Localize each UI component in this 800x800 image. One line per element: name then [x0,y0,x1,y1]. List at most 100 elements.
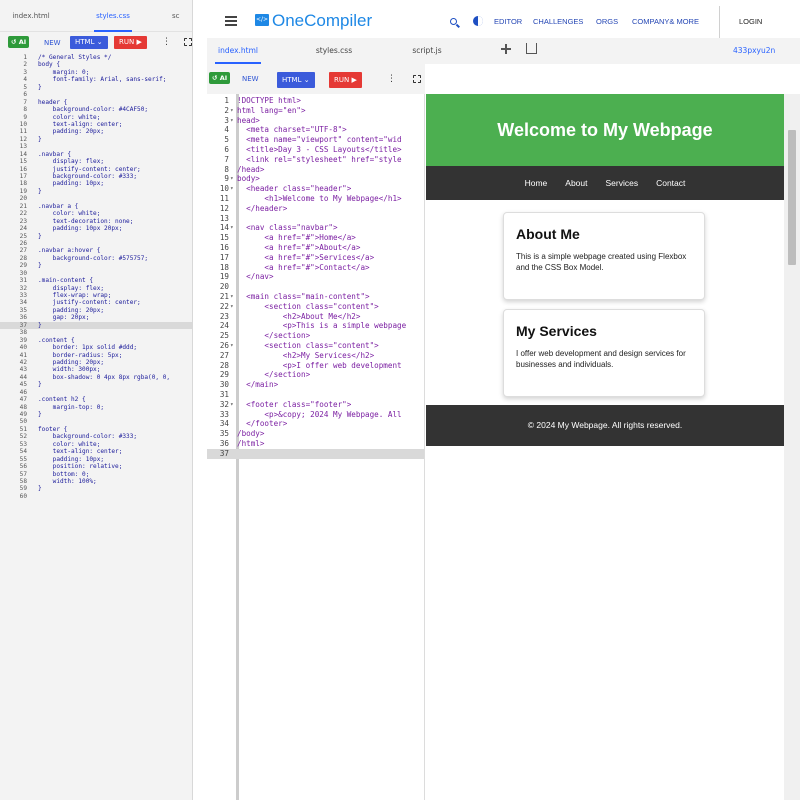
tab-script-js[interactable]: script.js [407,38,447,64]
login-button[interactable]: LOGIN [739,16,762,28]
sparkle-icon: ↺ [212,74,220,82]
code-text: background-color: #575757; [38,254,149,262]
fold-arrow-icon[interactable]: ▾ [230,302,234,312]
fold-arrow-icon[interactable]: ▾ [230,116,234,126]
left-language-dropdown[interactable]: HTML ⌄ [70,36,108,49]
code-text: </main> [237,380,279,390]
html-code-line: 24 <p>This is a simple webpage [207,321,424,331]
left-ai-button[interactable]: ↺ AI [8,36,30,48]
code-text: padding: 10px; [38,455,105,463]
more-menu-icon[interactable]: ⋮ [387,73,396,85]
language-dropdown[interactable]: HTML ⌄ [277,72,315,88]
fold-arrow-icon[interactable]: ▾ [230,106,234,116]
tab-styles-css[interactable]: styles.css [311,38,357,64]
line-number: 1 [224,96,229,105]
css-code-editor[interactable]: 1/* General Styles */2 body {3 margin: 0;… [0,54,192,500]
code-text: </section> [237,331,311,341]
html-code-line: 4 <meta charset="UTF-8"> [207,125,424,135]
fold-arrow-icon[interactable]: ▾ [230,400,234,410]
preview-card-text: This is a simple webpage created using F… [516,252,687,272]
css-code-line: 3 margin: 0; [0,69,192,76]
code-text: color: white; [38,440,101,448]
css-code-line: 30 [0,269,192,277]
code-text: padding: 10px 20px; [38,225,123,233]
line-number: 3 [224,115,229,125]
line-number: 17 [219,252,229,262]
line-number: 37 [219,448,229,458]
css-code-line: 19} [0,188,192,195]
brand-name[interactable]: OneCompiler [272,10,372,32]
chevron-down-icon: ⌄ [94,38,103,46]
css-code-line: 27 .navbar a:hover { [0,247,192,254]
left-tab-styles-css[interactable]: styles.css [88,0,138,32]
line-number: 24 [19,225,27,233]
css-code-line: 35 padding: 20px; [0,307,192,314]
code-text: <a href="#">Services</a> [237,252,375,262]
code-text: display: flex; [38,158,105,166]
left-more-menu-icon[interactable]: ⋮ [162,36,171,48]
fold-arrow-icon[interactable]: ▾ [230,223,234,233]
hamburger-menu-icon[interactable] [225,16,237,26]
tab-index-html[interactable]: index.html [215,38,261,64]
html-code-line: 20 [207,282,424,292]
line-number: 38 [19,329,27,337]
code-text: /* General Styles */ [38,54,112,61]
ai-button[interactable]: ↺ AI [209,72,231,84]
code-text: </section> [237,370,311,380]
preview-nav-contact[interactable]: Contact [647,166,694,200]
css-code-line: 17 background-color: #333; [0,173,192,180]
nav-company-more-link[interactable]: COMPANY& MORE [632,16,699,28]
add-file-icon[interactable] [501,44,511,54]
code-text: box-shadow: 0 4px 8px rgba(0, 0, [38,373,171,381]
css-code-line: 28 background-color: #575757; [0,254,192,262]
line-number: 47 [19,396,27,404]
preview-nav-home[interactable]: Home [516,166,557,200]
html-code-editor[interactable]: 1 !DOCTYPE html> 2 ▾ html lang="en"> 3 ▾ head> 4… [207,94,425,800]
run-button[interactable]: RUN ▶ [329,72,362,88]
theme-toggle-icon[interactable] [473,16,483,26]
line-number: 12 [19,135,27,143]
expand-icon[interactable] [413,75,421,83]
preview-footer: © 2024 My Webpage. All rights reserved. [426,405,784,446]
left-ai-label: AI [18,38,27,46]
line-number: 33 [219,409,229,419]
preview-nav-about[interactable]: About [556,166,596,200]
css-code-line: 50 [0,418,192,425]
line-number: 4 [224,125,229,135]
line-number: 30 [19,269,27,277]
html-code-line: 8/head> [207,165,424,175]
left-tab-index-html[interactable]: index.html [6,0,56,32]
nav-challenges-link[interactable]: CHALLENGES [533,16,583,28]
code-text: <meta name="viewport" content="wid [237,135,402,145]
code-text: body { [38,61,61,69]
onecompiler-logo-icon[interactable]: </> [255,14,269,26]
css-code-line: 22 color: white; [0,210,192,217]
left-run-button[interactable]: RUN ▶ [114,36,147,49]
search-icon[interactable] [450,18,457,25]
preview-scrollbar[interactable] [784,94,800,800]
preview-nav-services[interactable]: Services [597,166,648,200]
upload-file-icon[interactable] [526,43,537,54]
fold-arrow-icon[interactable]: ▾ [230,184,234,194]
left-expand-icon[interactable] [184,38,192,46]
line-number: 45 [19,381,27,389]
css-code-line: 53 color: white; [0,440,192,448]
fold-arrow-icon[interactable]: ▾ [230,341,234,351]
nav-editor-link[interactable]: EDITOR [494,16,522,28]
line-number: 21 [219,292,229,301]
css-code-line: 46 [0,389,192,396]
fold-arrow-icon[interactable]: ▾ [230,292,234,302]
scrollbar-thumb[interactable] [788,130,796,265]
html-code-line: 22 ▾ <section class="content"> [207,302,424,312]
css-code-line: 20 [0,195,192,202]
play-icon: ▶ [349,76,357,84]
fold-arrow-icon[interactable]: ▾ [230,174,234,184]
left-new-button[interactable]: NEW [44,37,61,49]
line-number: 9 [23,113,27,121]
line-number: 34 [219,419,229,429]
nav-orgs-link[interactable]: ORGS [596,16,618,28]
line-number: 39 [19,336,27,344]
new-button[interactable]: NEW [242,73,259,85]
left-tab-script-js[interactable]: sc [172,0,192,32]
html-code-line: 35/body> [207,429,424,439]
